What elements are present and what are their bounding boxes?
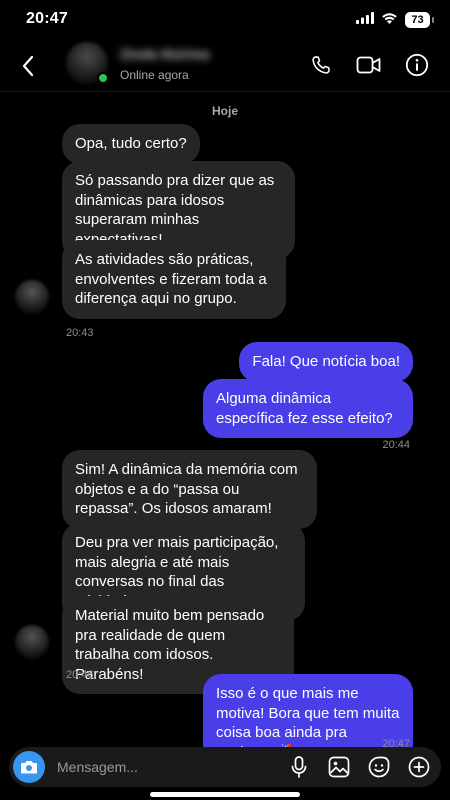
battery-indicator: 73 <box>405 12 434 28</box>
message-bubble-incoming[interactable]: Opa, tudo certo? <box>62 124 200 164</box>
online-indicator <box>97 72 109 84</box>
image-icon <box>328 756 350 778</box>
back-button[interactable] <box>14 52 42 80</box>
message-composer <box>9 747 441 787</box>
gallery-button[interactable] <box>327 755 351 779</box>
chat-screen: 20:47 73 Zinda Ilizirina Online agora Ho… <box>0 0 450 800</box>
voice-message-button[interactable] <box>287 755 311 779</box>
composer-actions <box>287 755 431 779</box>
camera-button[interactable] <box>13 751 45 783</box>
phone-icon <box>312 56 330 74</box>
message-timestamp: 20:44 <box>382 439 410 451</box>
message-bubble-incoming[interactable]: Sim! A dinâmica da memória com objetos e… <box>62 450 317 529</box>
call-button[interactable] <box>308 52 334 78</box>
date-divider: Hoje <box>211 104 238 118</box>
message-list[interactable]: Hoje Opa, tudo certo? Só passando pra di… <box>0 92 450 772</box>
microphone-icon <box>291 756 307 778</box>
wifi-icon <box>381 11 398 29</box>
sender-avatar[interactable] <box>15 625 49 659</box>
add-button[interactable] <box>407 755 431 779</box>
message-bubble-outgoing[interactable]: Fala! Que notícia boa! <box>239 342 413 382</box>
video-call-button[interactable] <box>356 52 382 78</box>
contact-name[interactable]: Zinda Ilizirina <box>120 46 209 62</box>
signal-icon <box>356 11 374 29</box>
video-camera-icon <box>356 56 381 74</box>
info-button[interactable] <box>404 52 430 78</box>
camera-icon <box>21 761 37 774</box>
home-indicator <box>150 792 300 797</box>
sender-avatar[interactable] <box>15 280 49 314</box>
info-icon <box>405 53 429 77</box>
message-timestamp: 20:46 <box>66 669 94 681</box>
status-icons: 73 <box>356 11 434 29</box>
chat-header: Zinda Ilizirina Online agora <box>0 40 450 92</box>
sticker-icon <box>368 756 390 778</box>
message-bubble-outgoing[interactable]: Alguma dinâmica específica fez esse efei… <box>203 379 413 438</box>
sticker-button[interactable] <box>367 755 391 779</box>
message-input[interactable] <box>57 759 287 775</box>
message-timestamp: 20:43 <box>66 327 94 339</box>
message-bubble-incoming[interactable]: As atividades são práticas, envolventes … <box>62 240 286 319</box>
status-bar: 20:47 73 <box>0 0 450 40</box>
header-actions <box>308 52 430 78</box>
status-time: 20:47 <box>26 10 68 27</box>
plus-circle-icon <box>408 756 430 778</box>
chevron-left-icon <box>22 55 34 77</box>
contact-status: Online agora <box>120 68 189 82</box>
